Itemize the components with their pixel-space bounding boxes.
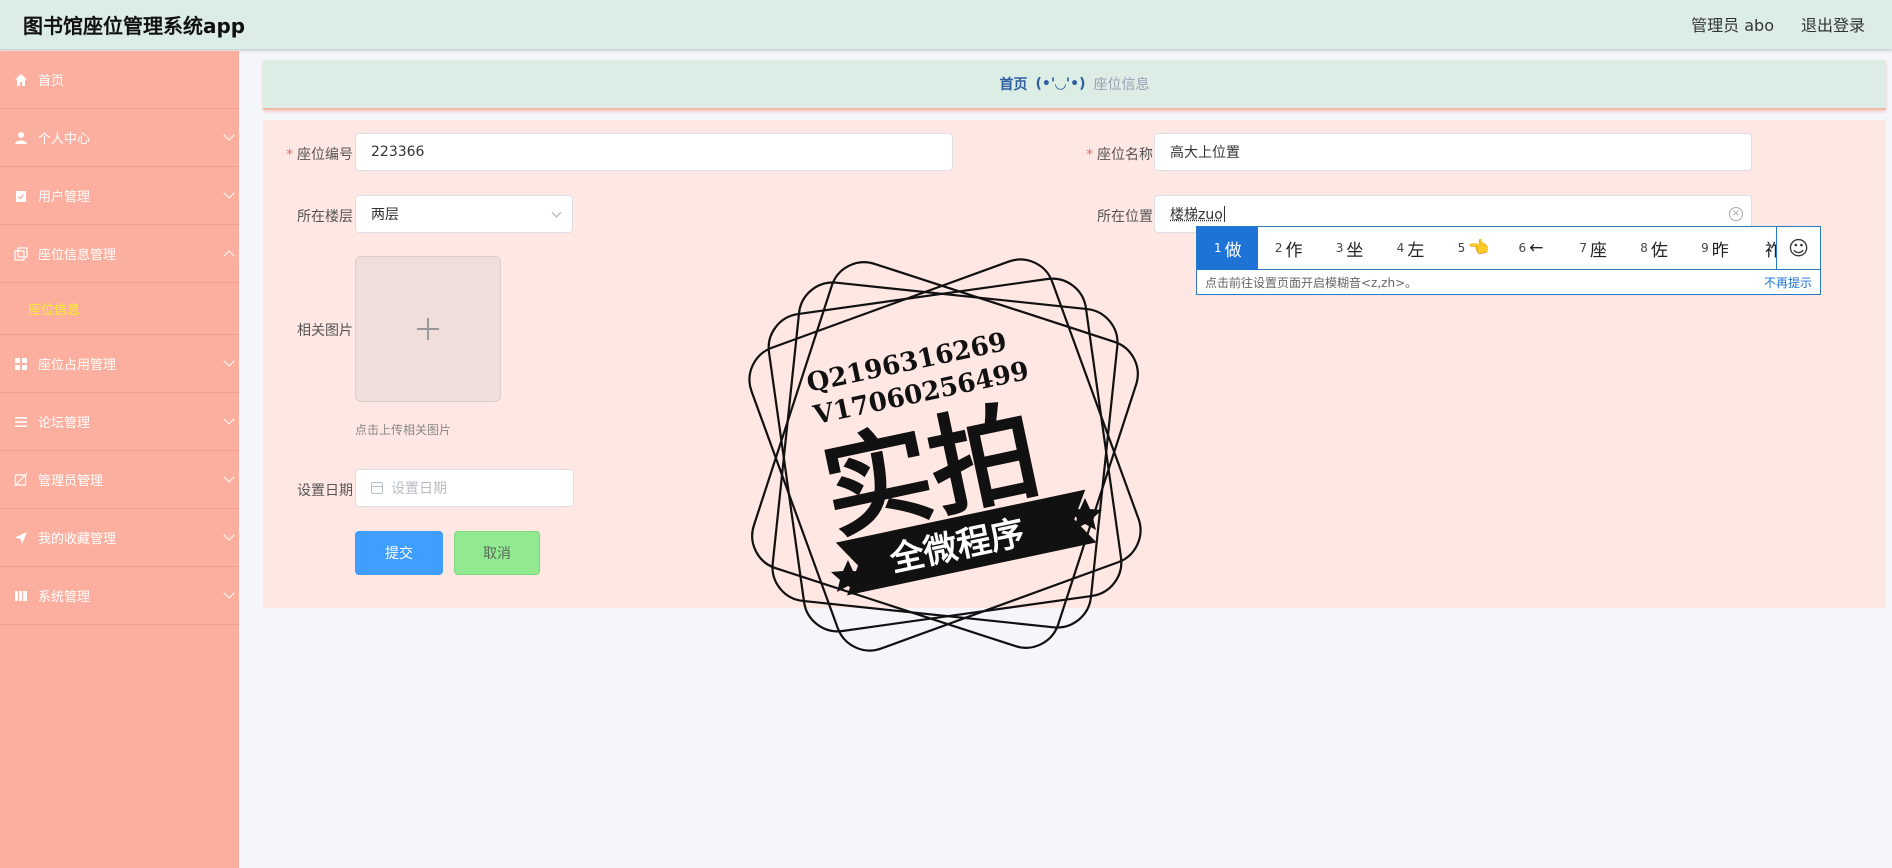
text-caret: [1223, 206, 1225, 222]
breadcrumb-separator: (•'◡'•): [1035, 76, 1086, 92]
breadcrumb-current: 座位信息: [1093, 77, 1150, 93]
book-icon: [15, 590, 27, 601]
edit-off-icon: [14, 472, 28, 486]
sidebar-item-label: 用户管理: [38, 190, 91, 205]
cancel-button[interactable]: 取消: [454, 531, 540, 575]
ime-candidate-popup: 1做 2作 3坐 4左 5 👈 6 ← 7座 8佐 9昨 祚 ☺ 点击前往设置页面开…: [1196, 226, 1821, 295]
submit-button[interactable]: 提交: [355, 531, 443, 575]
send-icon: [15, 531, 27, 544]
grid-icon: [15, 357, 27, 370]
sidebar-item-seat-info[interactable]: 座位信息管理: [0, 225, 239, 283]
chevron-down-icon: [223, 471, 235, 483]
person-icon: [15, 131, 27, 144]
watermark-stamp: Q2196316269 V17060256499 实拍 全微程序: [748, 258, 1142, 652]
ime-candidate[interactable]: 9昨: [1684, 227, 1745, 270]
sidebar-item-label: 我的收藏管理: [38, 532, 117, 547]
smiley-icon[interactable]: ☺: [1776, 227, 1820, 270]
ime-candidate[interactable]: 7座: [1562, 227, 1623, 270]
sidebar-item-label: 首页: [38, 74, 65, 89]
ime-candidate-row: 1做 2作 3坐 4左 5 👈 6 ← 7座 8佐 9昨 祚: [1197, 226, 1777, 270]
list-icon: [15, 416, 27, 427]
floor-select-value: 两层: [371, 207, 399, 223]
seat-name-input[interactable]: 高大上位置: [1154, 133, 1752, 171]
floor-label: 所在楼层: [297, 209, 353, 225]
app-title: 图书馆座位管理系统app: [23, 14, 246, 38]
ime-candidate[interactable]: 8佐: [1623, 227, 1684, 270]
chevron-up-icon: [223, 250, 235, 262]
sidebar-item-home[interactable]: 首页: [0, 51, 239, 109]
ime-candidate[interactable]: 祚: [1745, 227, 1777, 270]
ime-candidate[interactable]: 5 👈: [1441, 227, 1502, 270]
seat-name-label: * 座位名称: [1086, 147, 1153, 163]
top-header: 图书馆座位管理系统app 管理员 abo 退出登录: [0, 0, 1892, 50]
chevron-down-icon: [223, 413, 235, 425]
seat-no-input[interactable]: 223366: [355, 133, 953, 171]
plus-icon-vertical: [427, 318, 429, 340]
ime-candidate[interactable]: 6 ←: [1501, 227, 1562, 270]
admin-label: 管理员 abo: [1691, 16, 1774, 35]
calendar-icon: [371, 482, 383, 494]
clipboard-icon: [16, 190, 26, 202]
date-picker-input[interactable]: 设置日期: [355, 469, 574, 507]
chevron-down-icon: [551, 207, 562, 218]
sidebar-item-label: 座位占用管理: [38, 358, 117, 373]
sidebar-item-label: 管理员管理: [38, 474, 104, 489]
sidebar-item-admins[interactable]: 管理员管理: [0, 451, 239, 509]
copy-icon: [14, 246, 28, 261]
sidebar-item-label: 个人中心: [38, 132, 91, 147]
sidebar-item-label: 论坛管理: [38, 416, 91, 431]
sidebar-item-profile[interactable]: 个人中心: [0, 109, 239, 167]
chevron-down-icon: [223, 355, 235, 367]
floor-select[interactable]: 两层: [355, 195, 573, 233]
sidebar-item-system[interactable]: 系统管理: [0, 567, 239, 625]
date-label: 设置日期: [297, 483, 353, 499]
ime-candidate[interactable]: 4左: [1380, 227, 1441, 270]
sidebar-item-favorites[interactable]: 我的收藏管理: [0, 509, 239, 567]
clear-icon[interactable]: ×: [1729, 207, 1743, 221]
chevron-down-icon: [223, 129, 235, 141]
sidebar-subitem-seat-info[interactable]: 座位信息: [0, 283, 239, 335]
seat-no-label: * 座位编号: [286, 147, 353, 163]
home-icon: [15, 73, 27, 86]
image-label: 相关图片: [297, 323, 353, 339]
sidebar-item-forum[interactable]: 论坛管理: [0, 393, 239, 451]
date-placeholder: 设置日期: [391, 481, 447, 497]
sidebar-item-label: 系统管理: [38, 590, 91, 605]
ime-candidate[interactable]: 2作: [1258, 227, 1319, 270]
chevron-down-icon: [223, 587, 235, 599]
sidebar-item-label: 座位信息管理: [38, 248, 117, 263]
location-input-value: 楼梯zuo: [1170, 207, 1223, 223]
location-label: 所在位置: [1097, 209, 1153, 225]
ime-tip: 点击前往设置页面开启模糊音<z,zh>。: [1205, 276, 1418, 290]
image-upload-button[interactable]: [355, 256, 501, 402]
upload-tip: 点击上传相关图片: [355, 423, 452, 437]
sidebar: 首页 个人中心 用户管理 座位信息管理 座位信息 座位占用管理 论坛管理 管理员…: [0, 51, 239, 868]
ime-candidate[interactable]: 1做: [1197, 226, 1258, 270]
breadcrumb: 首页 (•'◡'•) 座位信息: [263, 60, 1886, 110]
sidebar-item-users[interactable]: 用户管理: [0, 167, 239, 225]
chevron-down-icon: [223, 529, 235, 541]
ime-dismiss-link[interactable]: 不再提示: [1764, 274, 1812, 291]
breadcrumb-home[interactable]: 首页: [999, 74, 1027, 94]
ime-candidate[interactable]: 3坐: [1319, 227, 1380, 270]
logout-link[interactable]: 退出登录: [1801, 12, 1865, 36]
chevron-down-icon: [223, 187, 235, 199]
sidebar-item-seat-occupancy[interactable]: 座位占用管理: [0, 335, 239, 393]
